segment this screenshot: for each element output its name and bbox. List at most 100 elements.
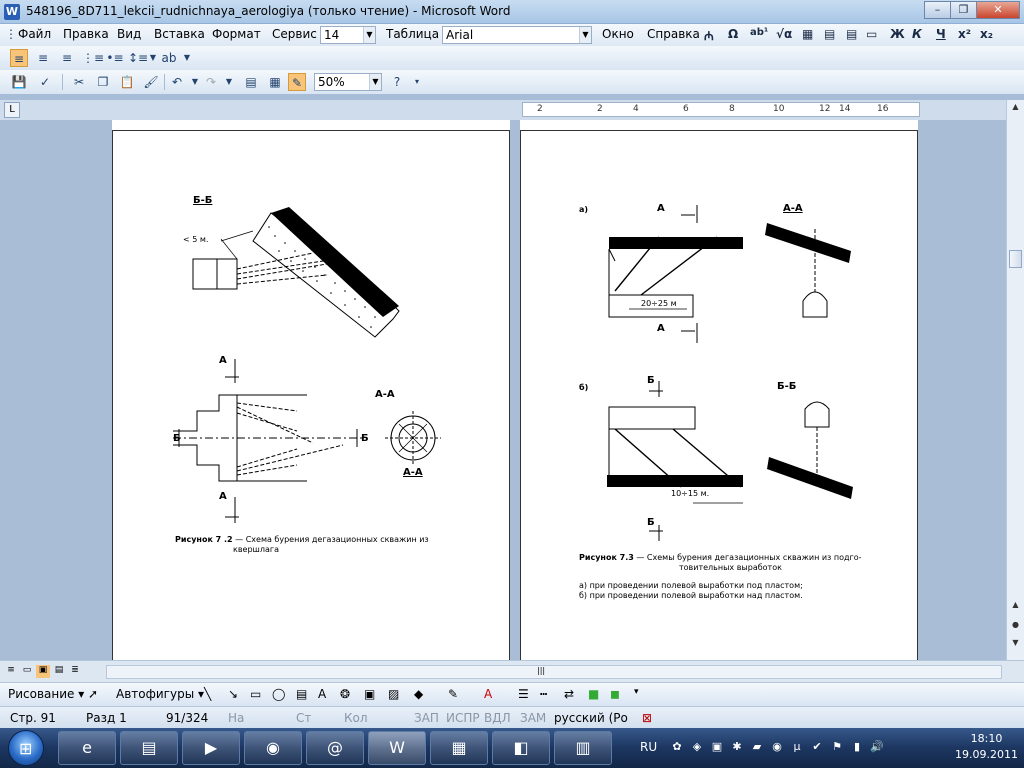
font-color-icon[interactable]: A bbox=[484, 687, 492, 701]
save-icon[interactable]: 💾 bbox=[10, 73, 28, 91]
minimize-button[interactable]: – bbox=[924, 1, 951, 19]
symbol-icon[interactable]: Ω bbox=[728, 27, 738, 41]
copy-icon[interactable]: ❐ bbox=[94, 73, 112, 91]
autoshapes-menu-button[interactable]: Автофигуры ▾ bbox=[116, 687, 204, 701]
chevron-down-icon[interactable]: ▼ bbox=[369, 74, 381, 90]
bluetooth-tray-icon[interactable]: ✱ bbox=[730, 740, 744, 754]
line-color-icon[interactable]: ✎ bbox=[448, 687, 458, 701]
spelling-status-icon[interactable]: ⊠ bbox=[642, 711, 652, 725]
status-ovr[interactable]: ЗАМ bbox=[520, 711, 546, 725]
volume-tray-icon[interactable]: 🔊 bbox=[870, 740, 884, 754]
redo-icon[interactable]: ↷ bbox=[202, 73, 220, 91]
outline-view-icon[interactable]: ≣ bbox=[68, 665, 82, 678]
mail-taskbar-icon[interactable]: @ bbox=[306, 731, 364, 765]
numbered-list-icon[interactable]: ⋮≡ bbox=[82, 49, 104, 67]
cut-icon[interactable]: ✂ bbox=[70, 73, 88, 91]
menu-help[interactable]: Справка bbox=[647, 27, 700, 41]
drawing-toggle-icon[interactable]: ✎ bbox=[288, 73, 306, 91]
insert-table-icon[interactable]: ▤ bbox=[242, 73, 260, 91]
menu-format[interactable]: Формат bbox=[212, 27, 261, 41]
drawing-menu-button[interactable]: Рисование ▾ bbox=[8, 687, 84, 701]
network-tray-icon[interactable]: ▣ bbox=[710, 740, 724, 754]
chevron-down-icon[interactable]: ▼ bbox=[220, 73, 238, 91]
chevron-down-icon[interactable]: ▼ bbox=[178, 49, 196, 67]
spellcheck-icon[interactable]: ✓ bbox=[36, 73, 54, 91]
media-player-taskbar-icon[interactable]: ▶ bbox=[182, 731, 240, 765]
shadow-style-icon[interactable]: ■ bbox=[588, 687, 599, 701]
document-page-right[interactable]: а) А А-А 20÷25 м А б) Б Б-Б 10÷15 м. Б Р… bbox=[520, 130, 918, 660]
paint-taskbar-icon[interactable]: ◧ bbox=[492, 731, 550, 765]
bold-button[interactable]: Ж bbox=[890, 27, 905, 41]
line-style-icon[interactable]: ☰ bbox=[518, 687, 529, 701]
menu-table[interactable]: Таблица bbox=[386, 27, 439, 41]
research-icon[interactable]: ₼ bbox=[704, 27, 714, 44]
columns-icon[interactable]: ▦ bbox=[266, 73, 284, 91]
calendar-taskbar-icon[interactable]: ▦ bbox=[430, 731, 488, 765]
help-icon[interactable]: ? bbox=[388, 73, 406, 91]
flag-tray-icon[interactable]: ⚑ bbox=[830, 740, 844, 754]
update-tray-icon[interactable]: ◉ bbox=[770, 740, 784, 754]
status-ext[interactable]: ВДЛ bbox=[484, 711, 511, 725]
page-down-icon[interactable]: ▼ bbox=[1009, 638, 1022, 652]
arrow-style-icon[interactable]: ⇄ bbox=[564, 687, 574, 701]
bullet-list-icon[interactable]: •≡ bbox=[106, 49, 124, 67]
horizontal-ruler[interactable]: 2 2 4 6 8 10 12 14 16 bbox=[522, 102, 920, 117]
system-clock[interactable]: 18:10 19.09.2011 bbox=[955, 731, 1018, 763]
dash-style-icon[interactable]: ┅ bbox=[540, 687, 547, 701]
chevron-down-icon[interactable]: ▼ bbox=[579, 27, 591, 43]
spelling-icon[interactable]: ab¹ bbox=[750, 27, 768, 38]
3d-style-icon[interactable]: ◼ bbox=[610, 687, 620, 701]
italic-button[interactable]: К bbox=[912, 27, 922, 41]
archive-taskbar-icon[interactable]: ▥ bbox=[554, 731, 612, 765]
align-center-icon[interactable]: ≡ bbox=[34, 49, 52, 67]
web-view-icon[interactable]: ▭ bbox=[20, 665, 34, 678]
reading-view-icon[interactable]: ▤ bbox=[52, 665, 66, 678]
close-button[interactable]: ✕ bbox=[976, 1, 1020, 19]
status-trk[interactable]: ИСПР bbox=[446, 711, 480, 725]
chevron-down-icon[interactable]: ▼ bbox=[363, 27, 375, 43]
picture-tool-icon[interactable]: ▨ bbox=[388, 687, 399, 701]
toolbar-options-icon[interactable]: ▾ bbox=[408, 73, 426, 91]
status-language[interactable]: русский (Ро bbox=[554, 711, 628, 725]
horizontal-scrollbar[interactable]: ||| bbox=[106, 665, 1002, 679]
menu-insert[interactable]: Вставка bbox=[154, 27, 205, 41]
input-language[interactable]: RU bbox=[640, 740, 657, 754]
normal-view-icon[interactable]: ≡ bbox=[4, 665, 18, 678]
border-top-icon[interactable]: ▤ bbox=[824, 27, 835, 41]
menu-view[interactable]: Вид bbox=[117, 27, 141, 41]
security-tray-icon[interactable]: ✔ bbox=[810, 740, 824, 754]
underline-button[interactable]: Ч bbox=[936, 27, 946, 41]
restore-button[interactable]: ❐ bbox=[950, 1, 977, 19]
tab-stop-selector-icon[interactable]: L bbox=[4, 102, 20, 118]
border-bottom-icon[interactable]: ▭ bbox=[866, 27, 877, 41]
font-name-select[interactable]: Arial ▼ bbox=[442, 26, 592, 44]
start-button[interactable]: ⊞ bbox=[8, 730, 44, 766]
scroll-up-icon[interactable]: ▲ bbox=[1009, 102, 1022, 116]
menu-tools[interactable]: Сервис bbox=[272, 27, 317, 41]
document-page-left[interactable]: Б-Б < 5 м. А Б Б А-А А-А А Рисунок 7 .2 … bbox=[112, 130, 510, 660]
vertical-scrollbar[interactable]: ▲ ▲ ● ▼ bbox=[1006, 100, 1024, 660]
word-app-icon[interactable]: W bbox=[4, 4, 20, 20]
word-taskbar-icon[interactable]: W bbox=[368, 731, 426, 765]
display-tray-icon[interactable]: ▰ bbox=[750, 740, 764, 754]
font-size-select[interactable]: 14 ▼ bbox=[320, 26, 376, 44]
paste-icon[interactable]: 📋 bbox=[118, 73, 136, 91]
menu-edit[interactable]: Правка bbox=[63, 27, 109, 41]
signal-tray-icon[interactable]: ▮ bbox=[850, 740, 864, 754]
border-middle-icon[interactable]: ▤ bbox=[846, 27, 857, 41]
scroll-thumb[interactable] bbox=[1009, 250, 1022, 268]
page-up-icon[interactable]: ▲ bbox=[1009, 600, 1022, 614]
line-tool-icon[interactable]: ╲ bbox=[204, 687, 211, 701]
zoom-select[interactable]: 50% ▼ bbox=[314, 73, 382, 91]
explorer-taskbar-icon[interactable]: ▤ bbox=[120, 731, 178, 765]
print-view-icon[interactable]: ▣ bbox=[36, 665, 50, 678]
ie-taskbar-icon[interactable]: e bbox=[58, 731, 116, 765]
justify-icon[interactable]: ≡ bbox=[58, 49, 76, 67]
icq-tray-icon[interactable]: ✿ bbox=[670, 740, 684, 754]
menu-file[interactable]: Файл bbox=[18, 27, 51, 41]
highlight-icon[interactable]: ab bbox=[160, 49, 178, 67]
oval-tool-icon[interactable]: ◯ bbox=[272, 687, 285, 701]
toolbar-options-icon[interactable]: ▾ bbox=[634, 687, 639, 697]
menu-window[interactable]: Окно bbox=[602, 27, 634, 41]
arrow-tool-icon[interactable]: ↘ bbox=[228, 687, 238, 701]
